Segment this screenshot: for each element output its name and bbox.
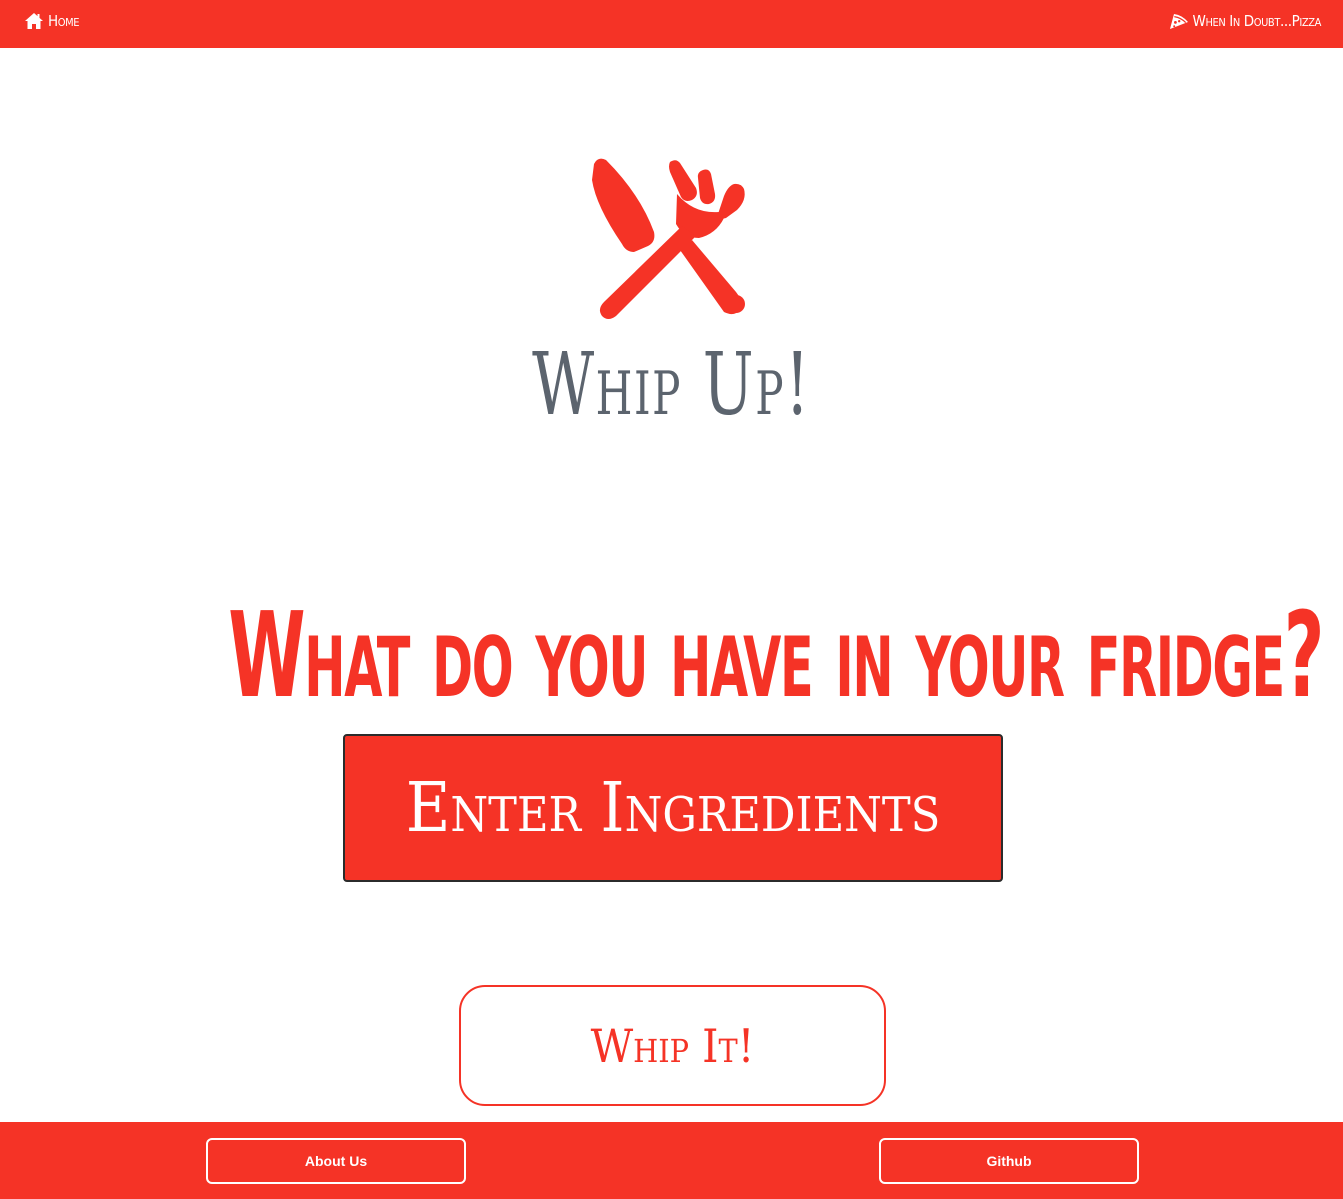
whip-it-button[interactable]: Whip It! bbox=[459, 985, 886, 1106]
github-button[interactable]: Github bbox=[879, 1138, 1139, 1184]
footer-bar: About Us Github bbox=[0, 1122, 1343, 1199]
top-nav-bar: Home When In Doubt...Pizza bbox=[0, 0, 1343, 48]
knife-fork-icon bbox=[584, 154, 758, 324]
home-link[interactable]: Home bbox=[24, 10, 80, 32]
pizza-link[interactable]: When In Doubt...Pizza bbox=[1169, 10, 1321, 32]
page-headline: What do you have in your fridge? bbox=[228, 586, 1324, 724]
ingredients-input[interactable] bbox=[343, 734, 1003, 882]
pizza-slice-icon bbox=[1169, 12, 1189, 30]
about-us-button[interactable]: About Us bbox=[206, 1138, 466, 1184]
home-icon bbox=[24, 12, 44, 30]
brand-title: Whip Up! bbox=[532, 335, 811, 435]
pizza-link-label: When In Doubt...Pizza bbox=[1192, 12, 1322, 30]
home-link-label: Home bbox=[48, 12, 80, 30]
